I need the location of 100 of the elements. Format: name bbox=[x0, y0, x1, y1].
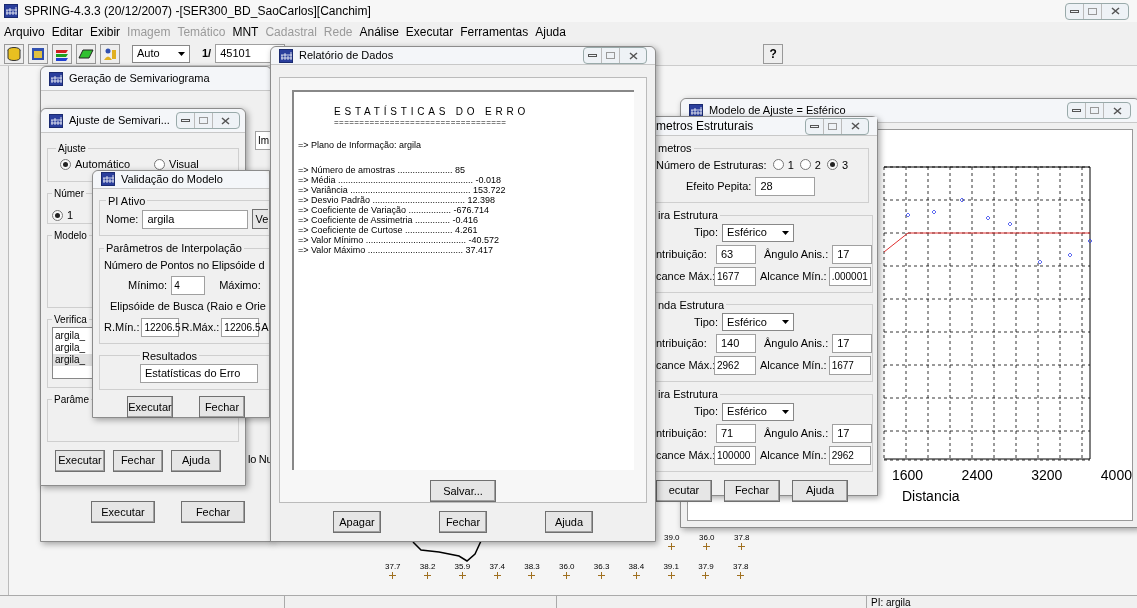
dialog-button[interactable]: Fechar bbox=[724, 479, 780, 502]
sample-point-icon bbox=[389, 572, 397, 579]
input-field[interactable]: 1677 bbox=[714, 266, 756, 286]
scale-dropdown[interactable]: Auto bbox=[132, 44, 190, 63]
database-icon[interactable] bbox=[4, 43, 24, 64]
sample-point-icon bbox=[424, 572, 432, 579]
window-title: Relatório de Dados bbox=[299, 48, 394, 64]
report-line: => Média ...................................................... -0.018 bbox=[298, 174, 503, 185]
grid-icon bbox=[49, 113, 63, 128]
field-label: Tipo: bbox=[694, 404, 719, 420]
type-dropdown[interactable]: Esférico bbox=[722, 223, 795, 242]
report-line: => Coeficiente de Curtose ................... 4.261 bbox=[298, 224, 479, 235]
input-field[interactable]: 12206.5 bbox=[221, 317, 260, 337]
input-field[interactable]: 28 bbox=[755, 177, 816, 196]
dialog-button[interactable]: Salvar... bbox=[430, 480, 496, 503]
menu-item[interactable]: Exibir bbox=[90, 23, 121, 41]
person-icon[interactable] bbox=[100, 43, 120, 64]
radio-option[interactable]: 1 bbox=[52, 206, 74, 224]
dialog-button[interactable]: Ajuda bbox=[792, 479, 848, 502]
type-dropdown[interactable]: Esférico bbox=[722, 313, 795, 331]
panel-icon[interactable] bbox=[28, 43, 48, 64]
axis-tick-label: 4000 bbox=[1100, 466, 1132, 485]
dialog-button[interactable]: Executar bbox=[55, 449, 105, 472]
report-line: => Coeficiente de Assimetria .............. -0.416 bbox=[298, 214, 480, 225]
dialog-button[interactable]: Apagar bbox=[333, 511, 381, 534]
report-line: => Variância ................................................ 153.722 bbox=[298, 184, 507, 195]
input-field[interactable]: 2962 bbox=[714, 356, 756, 375]
field-label: cance Máx.: bbox=[656, 358, 712, 374]
value-label: 38.4 bbox=[628, 562, 645, 571]
group-label: Parâmetros de Interpolação bbox=[105, 241, 243, 256]
radio-option[interactable]: Visual bbox=[154, 156, 199, 173]
window-title: Validação do Modelo bbox=[121, 172, 223, 187]
dialog-button[interactable]: Fechar bbox=[199, 396, 245, 418]
status-text: PI: argila bbox=[871, 595, 911, 608]
dialog-button[interactable]: Fechar bbox=[439, 511, 487, 534]
result-field[interactable]: Estatísticas do Erro bbox=[140, 364, 258, 383]
dialog-button[interactable]: Executar bbox=[91, 501, 155, 523]
menu-item[interactable]: MNT bbox=[232, 23, 259, 41]
input-field[interactable]: Im bbox=[255, 131, 271, 150]
scale-prefix: 1/ bbox=[202, 46, 212, 62]
input-field[interactable]: 17 bbox=[832, 244, 873, 264]
input-field[interactable]: 2962 bbox=[828, 445, 871, 465]
field-label: Ângulo Anis.: bbox=[764, 425, 829, 441]
report-line: => Valor Mínimo ........................................ -40.572 bbox=[298, 234, 500, 245]
radio-option[interactable]: 2 bbox=[799, 156, 821, 173]
sample-point-icon bbox=[528, 572, 536, 579]
group-label: metros bbox=[657, 141, 693, 156]
menu-item[interactable]: Arquivo bbox=[4, 23, 45, 41]
dialog-button[interactable]: Executar bbox=[127, 396, 173, 418]
value-label: 37.8 bbox=[733, 562, 749, 571]
sample-point-icon bbox=[737, 572, 745, 579]
input-field[interactable]: 1677 bbox=[828, 356, 871, 375]
input-field[interactable]: 71 bbox=[716, 423, 756, 443]
field-label: Tipo: bbox=[694, 314, 719, 330]
input-field[interactable]: 12206.5 bbox=[141, 317, 180, 337]
help-button[interactable]: ? bbox=[763, 43, 784, 64]
sample-point-icon bbox=[458, 572, 466, 579]
field-label: cance Máx.: bbox=[656, 447, 712, 463]
input-field[interactable]: 17 bbox=[832, 423, 873, 443]
value-label: 36.0 bbox=[699, 533, 715, 542]
input-field[interactable]: argila bbox=[142, 209, 249, 229]
report-heading: ESTATÍSTICAS DO ERRO bbox=[333, 104, 531, 119]
field-label: Elipsóide de Busca (Raio e Orie bbox=[109, 299, 267, 314]
radio-option[interactable]: 3 bbox=[826, 156, 849, 173]
field-label: Nome: bbox=[106, 211, 139, 227]
group-label: PI Ativo bbox=[107, 193, 147, 209]
dialog-button[interactable]: ecutar bbox=[656, 479, 712, 502]
group-label: Resultados bbox=[141, 348, 199, 364]
type-dropdown[interactable]: Esférico bbox=[722, 402, 795, 421]
radio-option[interactable]: 1 bbox=[772, 156, 794, 173]
radio-option[interactable]: Automático bbox=[60, 156, 131, 173]
menu-item[interactable]: Ajuda bbox=[535, 23, 566, 41]
menu-item[interactable]: Executar bbox=[405, 23, 454, 41]
axis-title: Distancia bbox=[902, 487, 961, 506]
input-field[interactable]: 140 bbox=[716, 334, 756, 353]
close-icon bbox=[221, 116, 231, 125]
layers-icon[interactable] bbox=[52, 43, 72, 64]
input-field[interactable]: 63 bbox=[716, 244, 756, 264]
window-title: Ajuste de Semivari... bbox=[69, 113, 170, 129]
report-text-area[interactable] bbox=[292, 90, 634, 470]
field-label: Tipo: bbox=[694, 225, 719, 241]
input-field[interactable]: 17 bbox=[832, 334, 873, 353]
menu-item[interactable]: Ferramentas bbox=[460, 23, 529, 41]
dialog-button[interactable]: Ajuda bbox=[171, 449, 221, 472]
axis-tick-label: 2400 bbox=[961, 466, 993, 485]
sample-point-icon bbox=[563, 572, 571, 579]
input-field[interactable]: 100000 bbox=[714, 445, 756, 465]
dialog-button[interactable]: Ajuda bbox=[545, 511, 593, 534]
field-label: Mínimo: bbox=[128, 278, 168, 294]
menu-item[interactable]: Editar bbox=[51, 23, 84, 41]
dialog-button[interactable]: Fechar bbox=[113, 449, 163, 472]
input-field[interactable]: .000001 bbox=[828, 266, 871, 286]
report-line: => Plano de Informação: argila bbox=[298, 139, 423, 152]
dialog-button[interactable]: Fechar bbox=[181, 501, 245, 523]
value-label: 38.3 bbox=[524, 562, 540, 571]
input-field[interactable]: 4 bbox=[171, 276, 206, 295]
menu-item[interactable]: Análise bbox=[359, 23, 399, 41]
parallelogram-icon[interactable] bbox=[76, 43, 96, 64]
view-button[interactable]: Ve bbox=[252, 209, 269, 229]
field-label: Alcance Mín.: bbox=[760, 358, 827, 374]
